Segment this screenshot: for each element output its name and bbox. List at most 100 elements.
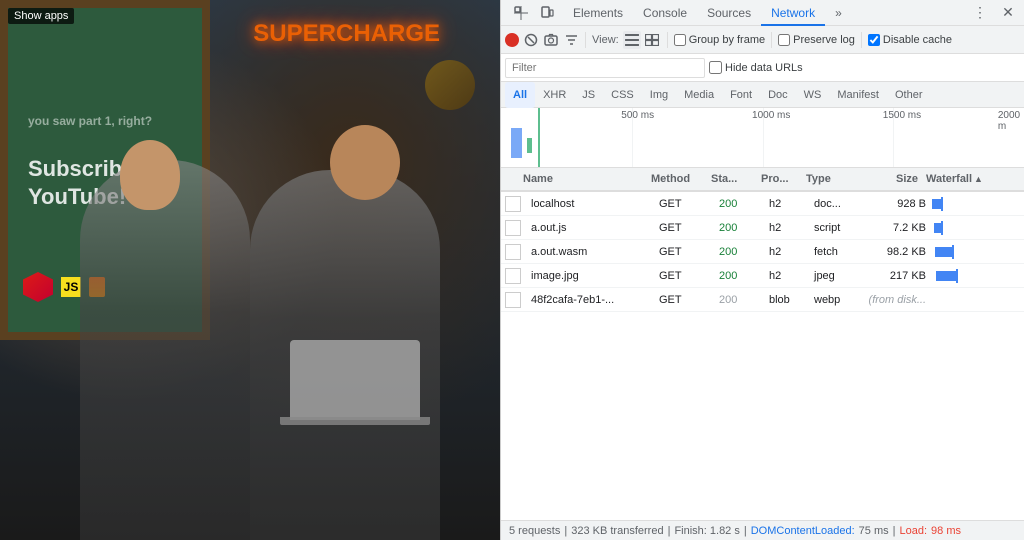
- cell-waterfall: [930, 216, 1024, 240]
- type-btn-other[interactable]: Other: [887, 82, 931, 108]
- load-label[interactable]: Load:: [900, 525, 928, 537]
- cell-protocol: h2: [765, 198, 810, 210]
- view-label: View:: [592, 34, 619, 46]
- cell-type: fetch: [810, 246, 860, 258]
- cell-waterfall: [930, 264, 1024, 288]
- tab-elements[interactable]: Elements: [563, 0, 633, 26]
- devtools-tabs: Elements Console Sources Network » ⋮ ✕: [501, 0, 1024, 26]
- separator-4: |: [893, 525, 896, 537]
- cell-name: 48f2cafa-7eb1-...: [525, 294, 655, 306]
- network-toolbar: View: Group by frame: [501, 26, 1024, 54]
- kb-transferred: 323 KB transferred: [571, 525, 663, 537]
- col-header-status: Sta...: [707, 173, 757, 185]
- cell-waterfall: [930, 192, 1024, 216]
- record-button[interactable]: [505, 33, 519, 47]
- finish-time: Finish: 1.82 s: [674, 525, 739, 537]
- table-header: Name Method Sta... Pro... Type Size Wate…: [501, 168, 1024, 192]
- device-toggle-icon[interactable]: [535, 1, 559, 25]
- cell-name: image.jpg: [525, 270, 655, 282]
- row-checkbox: [505, 196, 521, 212]
- col-header-size: Size: [852, 173, 922, 185]
- filter-input[interactable]: [505, 58, 705, 78]
- col-header-waterfall: Waterfall ▲: [922, 173, 1024, 185]
- table-row[interactable]: localhost GET 200 h2 doc... 928 B: [501, 192, 1024, 216]
- row-checkbox: [505, 220, 521, 236]
- inspect-icon[interactable]: [509, 1, 533, 25]
- table-row[interactable]: 48f2cafa-7eb1-... GET 200 blob webp (fro…: [501, 288, 1024, 312]
- type-btn-manifest[interactable]: Manifest: [829, 82, 887, 108]
- cell-type: script: [810, 222, 860, 234]
- cell-status: 200: [715, 246, 765, 258]
- group-by-frame-checkbox[interactable]: Group by frame: [674, 34, 765, 46]
- cell-type: webp: [810, 294, 860, 306]
- show-apps-button[interactable]: Show apps: [8, 8, 74, 24]
- hide-data-urls-checkbox[interactable]: Hide data URLs: [709, 61, 803, 74]
- cell-status: 200: [715, 294, 765, 306]
- cell-size: 98.2 KB: [860, 246, 930, 258]
- col-header-protocol: Pro...: [757, 173, 802, 185]
- cell-protocol: h2: [765, 246, 810, 258]
- cell-size: 7.2 KB: [860, 222, 930, 234]
- cell-waterfall: [930, 240, 1024, 264]
- row-checkbox: [505, 244, 521, 260]
- cell-protocol: h2: [765, 270, 810, 282]
- camera-button[interactable]: [543, 32, 559, 48]
- cell-protocol: h2: [765, 222, 810, 234]
- timeline-area: 500 ms 1000 ms 1500 ms 2000 m: [501, 108, 1024, 168]
- view-large-icon[interactable]: [643, 31, 661, 49]
- table-row[interactable]: image.jpg GET 200 h2 jpeg 217 KB: [501, 264, 1024, 288]
- cell-method: GET: [655, 246, 715, 258]
- network-table: Name Method Sta... Pro... Type Size Wate…: [501, 168, 1024, 520]
- filter-bar: Hide data URLs: [501, 54, 1024, 82]
- cell-name: localhost: [525, 198, 655, 210]
- type-btn-img[interactable]: Img: [642, 82, 676, 108]
- preserve-log-checkbox[interactable]: Preserve log: [778, 34, 855, 46]
- devtools-menu-icon[interactable]: ⋮: [968, 1, 992, 25]
- disable-cache-checkbox[interactable]: Disable cache: [868, 34, 952, 46]
- top-icons: [505, 0, 563, 27]
- type-btn-all[interactable]: All: [505, 82, 535, 108]
- tab-network[interactable]: Network: [761, 0, 825, 26]
- cell-type: doc...: [810, 198, 860, 210]
- type-btn-font[interactable]: Font: [722, 82, 760, 108]
- cell-type: jpeg: [810, 270, 860, 282]
- status-bar: 5 requests | 323 KB transferred | Finish…: [501, 520, 1024, 540]
- view-list-icon[interactable]: [623, 31, 641, 49]
- table-row[interactable]: a.out.wasm GET 200 h2 fetch 98.2 KB: [501, 240, 1024, 264]
- col-header-method: Method: [647, 173, 707, 185]
- col-header-type: Type: [802, 173, 852, 185]
- row-checkbox: [505, 268, 521, 284]
- cell-status: 200: [715, 270, 765, 282]
- clear-button[interactable]: [523, 32, 539, 48]
- tab-more[interactable]: »: [825, 0, 852, 26]
- table-row[interactable]: a.out.js GET 200 h2 script 7.2 KB: [501, 216, 1024, 240]
- devtools-close-icon[interactable]: ✕: [996, 1, 1020, 25]
- cell-name: a.out.js: [525, 222, 655, 234]
- cell-name: a.out.wasm: [525, 246, 655, 258]
- filter-toggle-button[interactable]: [563, 32, 579, 48]
- type-btn-ws[interactable]: WS: [796, 82, 830, 108]
- tab-console[interactable]: Console: [633, 0, 697, 26]
- cell-waterfall: [930, 288, 1024, 312]
- cell-method: GET: [655, 222, 715, 234]
- cell-protocol: blob: [765, 294, 810, 306]
- cell-size: 217 KB: [860, 270, 930, 282]
- cell-size: (from disk...: [860, 294, 930, 306]
- type-btn-doc[interactable]: Doc: [760, 82, 796, 108]
- requests-count: 5 requests: [509, 525, 560, 537]
- neon-sign: SUPERCHARGE: [253, 20, 440, 48]
- tab-sources[interactable]: Sources: [697, 0, 761, 26]
- type-filter-bar: All XHR JS CSS Img Media Font Doc WS Man…: [501, 82, 1024, 108]
- separator-1: |: [564, 525, 567, 537]
- cell-status: 200: [715, 198, 765, 210]
- domcontentloaded-label[interactable]: DOMContentLoaded:: [751, 525, 855, 537]
- separator-2: |: [668, 525, 671, 537]
- separator-3: |: [744, 525, 747, 537]
- cell-method: GET: [655, 294, 715, 306]
- type-btn-js[interactable]: JS: [574, 82, 603, 108]
- cell-status: 200: [715, 222, 765, 234]
- cell-method: GET: [655, 198, 715, 210]
- type-btn-xhr[interactable]: XHR: [535, 82, 574, 108]
- type-btn-media[interactable]: Media: [676, 82, 722, 108]
- type-btn-css[interactable]: CSS: [603, 82, 642, 108]
